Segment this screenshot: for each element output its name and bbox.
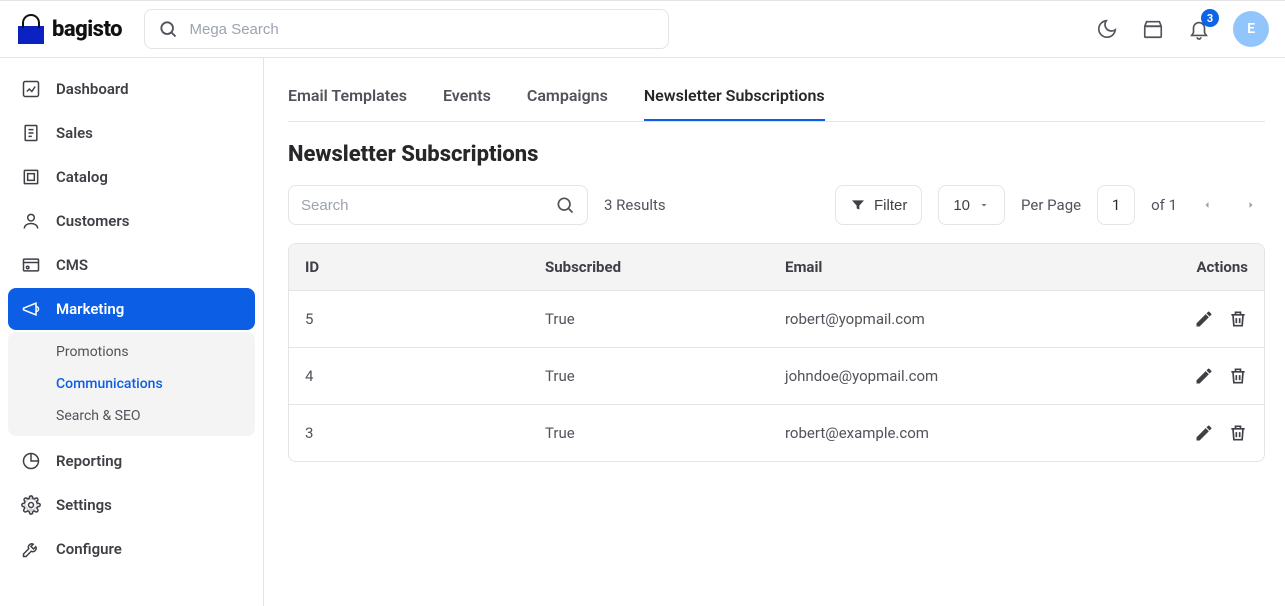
sidebar-item-label: Sales [56, 124, 93, 142]
storefront-icon[interactable] [1141, 17, 1165, 41]
tab-campaigns[interactable]: Campaigns [527, 76, 608, 121]
current-page[interactable]: 1 [1097, 185, 1135, 225]
brand-name: bagisto [52, 17, 122, 42]
sidebar-sub-search-seo[interactable]: Search & SEO [8, 400, 255, 432]
tab-email-templates[interactable]: Email Templates [288, 76, 407, 121]
page-title: Newsletter Subscriptions [288, 142, 1265, 167]
sidebar-item-reporting[interactable]: Reporting [8, 440, 255, 482]
sidebar-item-label: CMS [56, 256, 88, 274]
top-header: bagisto 3 E [0, 0, 1285, 58]
filter-button[interactable]: Filter [835, 185, 922, 225]
grid-toolbar: 3 Results Filter 10 Per Page 1 of 1 [288, 185, 1265, 225]
table-row: 5 True robert@yopmail.com [289, 290, 1264, 347]
dashboard-icon [20, 78, 42, 100]
cell-id: 5 [305, 310, 545, 328]
delete-icon[interactable] [1228, 423, 1248, 443]
mega-search[interactable] [144, 9, 669, 49]
cell-subscribed: True [545, 367, 785, 385]
search-icon [157, 17, 179, 41]
table-header: ID Subscribed Email Actions [289, 244, 1264, 290]
settings-icon [20, 494, 42, 516]
dark-mode-icon[interactable] [1095, 17, 1119, 41]
sidebar-item-label: Settings [56, 496, 112, 514]
tab-events[interactable]: Events [443, 76, 491, 121]
sidebar-item-label: Reporting [56, 452, 122, 470]
sidebar-item-label: Marketing [56, 300, 124, 318]
sidebar: Dashboard Sales Catalog Customers CMS [0, 58, 264, 606]
mega-search-input[interactable] [190, 21, 657, 38]
sidebar-item-settings[interactable]: Settings [8, 484, 255, 526]
notifications[interactable]: 3 [1187, 17, 1211, 41]
avatar[interactable]: E [1233, 11, 1269, 47]
cell-subscribed: True [545, 310, 785, 328]
configure-icon [20, 538, 42, 560]
marketing-icon [20, 298, 42, 320]
sidebar-item-label: Catalog [56, 168, 108, 186]
sidebar-item-marketing[interactable]: Marketing [8, 288, 255, 330]
cell-email: robert@example.com [785, 424, 1128, 442]
col-email[interactable]: Email [785, 258, 1128, 276]
cell-id: 4 [305, 367, 545, 385]
col-actions: Actions [1128, 258, 1248, 276]
sidebar-item-catalog[interactable]: Catalog [8, 156, 255, 198]
subscriptions-table: ID Subscribed Email Actions 5 True rober… [288, 243, 1265, 462]
sidebar-item-label: Customers [56, 212, 129, 230]
bag-icon [16, 14, 46, 44]
cell-subscribed: True [545, 424, 785, 442]
sidebar-item-cms[interactable]: CMS [8, 244, 255, 286]
per-page-label: Per Page [1021, 196, 1081, 214]
delete-icon[interactable] [1228, 309, 1248, 329]
header-actions: 3 E [1095, 11, 1269, 47]
page-total: of 1 [1151, 196, 1177, 214]
reporting-icon [20, 450, 42, 472]
search-icon[interactable] [555, 195, 575, 215]
grid-search-input[interactable] [301, 197, 545, 214]
cms-icon [20, 254, 42, 276]
tabs: Email Templates Events Campaigns Newslet… [288, 76, 1265, 122]
grid-search[interactable] [288, 185, 588, 225]
sidebar-item-label: Dashboard [56, 80, 129, 98]
table-row: 3 True robert@example.com [289, 404, 1264, 461]
sidebar-sub-communications[interactable]: Communications [8, 368, 255, 400]
table-row: 4 True johndoe@yopmail.com [289, 347, 1264, 404]
page-size-value: 10 [953, 197, 970, 214]
results-count: 3 Results [604, 196, 666, 214]
sidebar-item-customers[interactable]: Customers [8, 200, 255, 242]
cell-email: robert@yopmail.com [785, 310, 1128, 328]
main-content: Email Templates Events Campaigns Newslet… [264, 58, 1285, 606]
sales-icon [20, 122, 42, 144]
edit-icon[interactable] [1194, 309, 1214, 329]
cell-email: johndoe@yopmail.com [785, 367, 1128, 385]
edit-icon[interactable] [1194, 366, 1214, 386]
brand-logo[interactable]: bagisto [16, 14, 122, 44]
chevron-down-icon [978, 199, 990, 211]
delete-icon[interactable] [1228, 366, 1248, 386]
customers-icon [20, 210, 42, 232]
filter-label: Filter [874, 197, 907, 214]
edit-icon[interactable] [1194, 423, 1214, 443]
sidebar-item-dashboard[interactable]: Dashboard [8, 68, 255, 110]
col-id[interactable]: ID [305, 258, 545, 276]
sidebar-sub-promotions[interactable]: Promotions [8, 336, 255, 368]
sidebar-item-label: Configure [56, 540, 122, 558]
filter-icon [850, 197, 866, 213]
next-page-button[interactable] [1237, 191, 1265, 219]
col-subscribed[interactable]: Subscribed [545, 258, 785, 276]
catalog-icon [20, 166, 42, 188]
page-size-select[interactable]: 10 [938, 185, 1005, 225]
notification-badge: 3 [1201, 9, 1219, 27]
marketing-submenu: Promotions Communications Search & SEO [8, 332, 255, 436]
tab-newsletter-subscriptions[interactable]: Newsletter Subscriptions [644, 76, 825, 121]
prev-page-button[interactable] [1193, 191, 1221, 219]
sidebar-item-configure[interactable]: Configure [8, 528, 255, 570]
sidebar-item-sales[interactable]: Sales [8, 112, 255, 154]
cell-id: 3 [305, 424, 545, 442]
